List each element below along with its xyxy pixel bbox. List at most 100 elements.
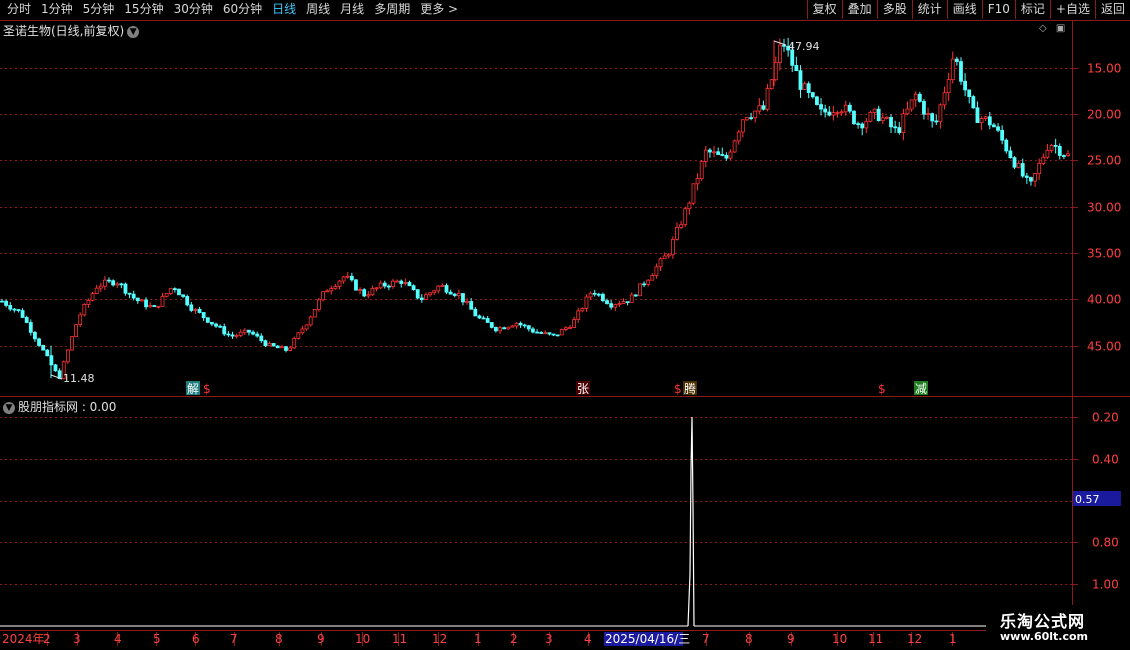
candle-body (452, 293, 457, 296)
time-tick-label: 3 (73, 632, 81, 646)
candle-body (613, 304, 618, 308)
candle-body (658, 258, 663, 268)
candle-body (819, 104, 823, 110)
candle-body (691, 183, 696, 204)
candle-body (370, 287, 375, 296)
candle-body (1004, 139, 1009, 152)
candle-body (98, 285, 103, 289)
cursor-value-label: 0.57 (1075, 493, 1100, 506)
candle-body (0, 300, 4, 303)
candle-body (407, 282, 412, 287)
candle-body (403, 282, 408, 284)
candle-body (444, 285, 449, 293)
candle-body (967, 89, 972, 97)
time-tick-label: 10 (355, 632, 370, 646)
candle-body (506, 326, 511, 330)
candle-body (177, 288, 181, 296)
time-tick-label: 4 (584, 632, 592, 646)
kline-chart-canvas[interactable]: 45.00 40.00 35.00 30.00 25.00 20.00 15.00 1.00… (0, 0, 1130, 650)
candle-body (1008, 150, 1013, 159)
candle-body (629, 294, 634, 303)
candle-body (12, 308, 17, 311)
candle-body (670, 239, 675, 256)
candle-body (827, 111, 832, 116)
candle-body (115, 283, 120, 286)
candle-body (300, 328, 305, 334)
candle-body (901, 113, 906, 133)
candle-body (432, 290, 437, 294)
candle-body (473, 308, 478, 317)
candle-body (391, 280, 395, 288)
candle-body (321, 291, 325, 301)
candle-body (601, 293, 605, 302)
candle-body (761, 105, 766, 110)
candle-body (543, 332, 548, 335)
candle-body (37, 338, 41, 346)
candle-body (1020, 163, 1025, 177)
candle-body (140, 299, 144, 302)
candle-body (510, 325, 515, 328)
candle-body (732, 140, 737, 153)
candle-body (263, 340, 268, 347)
candle-body (386, 285, 391, 288)
panel-icons: ◇ ▣ (1039, 23, 1065, 34)
candle-body (872, 108, 877, 113)
candle-body (308, 316, 313, 326)
candle-body (736, 131, 741, 142)
time-tick-label: 4 (114, 632, 122, 646)
candle-body (1049, 145, 1054, 151)
candle-body (489, 322, 494, 328)
candle-body (53, 364, 58, 372)
candle-body (580, 308, 585, 312)
candle-body (959, 61, 963, 82)
candle-body (461, 293, 465, 303)
candle-body (568, 327, 572, 329)
candle-body (4, 300, 9, 306)
candle-body (230, 334, 235, 337)
indicator-title-text: 股朋指标网 : 0.00 (18, 400, 117, 414)
candle-body (621, 301, 626, 305)
candle-body (868, 112, 873, 122)
candle-body (210, 321, 214, 325)
candle-body (374, 287, 379, 290)
candle-body (94, 287, 99, 295)
time-tick-label: 8 (275, 632, 283, 646)
chevron-down-icon[interactable]: ▼ (3, 401, 15, 414)
candle-body (111, 280, 116, 286)
candle-body (979, 118, 984, 123)
candle-body (806, 83, 811, 94)
candle-body (341, 276, 346, 282)
indicator-tick-label: 0.40 (1092, 453, 1119, 467)
indicator-tick-label: 0.20 (1092, 411, 1119, 425)
candle-body (823, 108, 828, 113)
candle-body (983, 116, 988, 119)
candle-body (917, 93, 922, 102)
stock-title[interactable]: 圣诺生物(日线,前复权) ▼ (3, 22, 140, 39)
watermark: 乐淘公式网 www.60lt.com (986, 605, 1121, 645)
window-toggle-icon[interactable]: ▣ (1056, 23, 1065, 34)
candle-body (547, 332, 552, 335)
candle-body (588, 292, 593, 298)
candle-body (687, 202, 692, 210)
candle-body (666, 254, 671, 257)
candle-body (777, 44, 782, 63)
candle-body (810, 92, 815, 98)
candle-body (699, 161, 704, 179)
time-tick-label: 7 (230, 632, 238, 646)
time-tick-label: 9 (787, 632, 795, 646)
candle-body (382, 282, 387, 287)
candle-body (86, 299, 91, 305)
candle-body (1016, 163, 1021, 168)
candle-body (909, 99, 914, 110)
candle-body (485, 318, 490, 323)
candle-body (716, 151, 721, 155)
time-tick-label: 2024年 (2, 632, 45, 646)
chevron-down-icon[interactable]: ▼ (127, 25, 140, 38)
indicator-title[interactable]: ▼ 股朋指标网 : 0.00 (3, 398, 116, 415)
candle-body (954, 58, 959, 62)
diamond-icon[interactable]: ◇ (1039, 23, 1047, 34)
candle-body (234, 334, 239, 337)
indicator-series (0, 416, 1072, 627)
candle-body (242, 329, 247, 333)
candle-body (259, 335, 264, 342)
